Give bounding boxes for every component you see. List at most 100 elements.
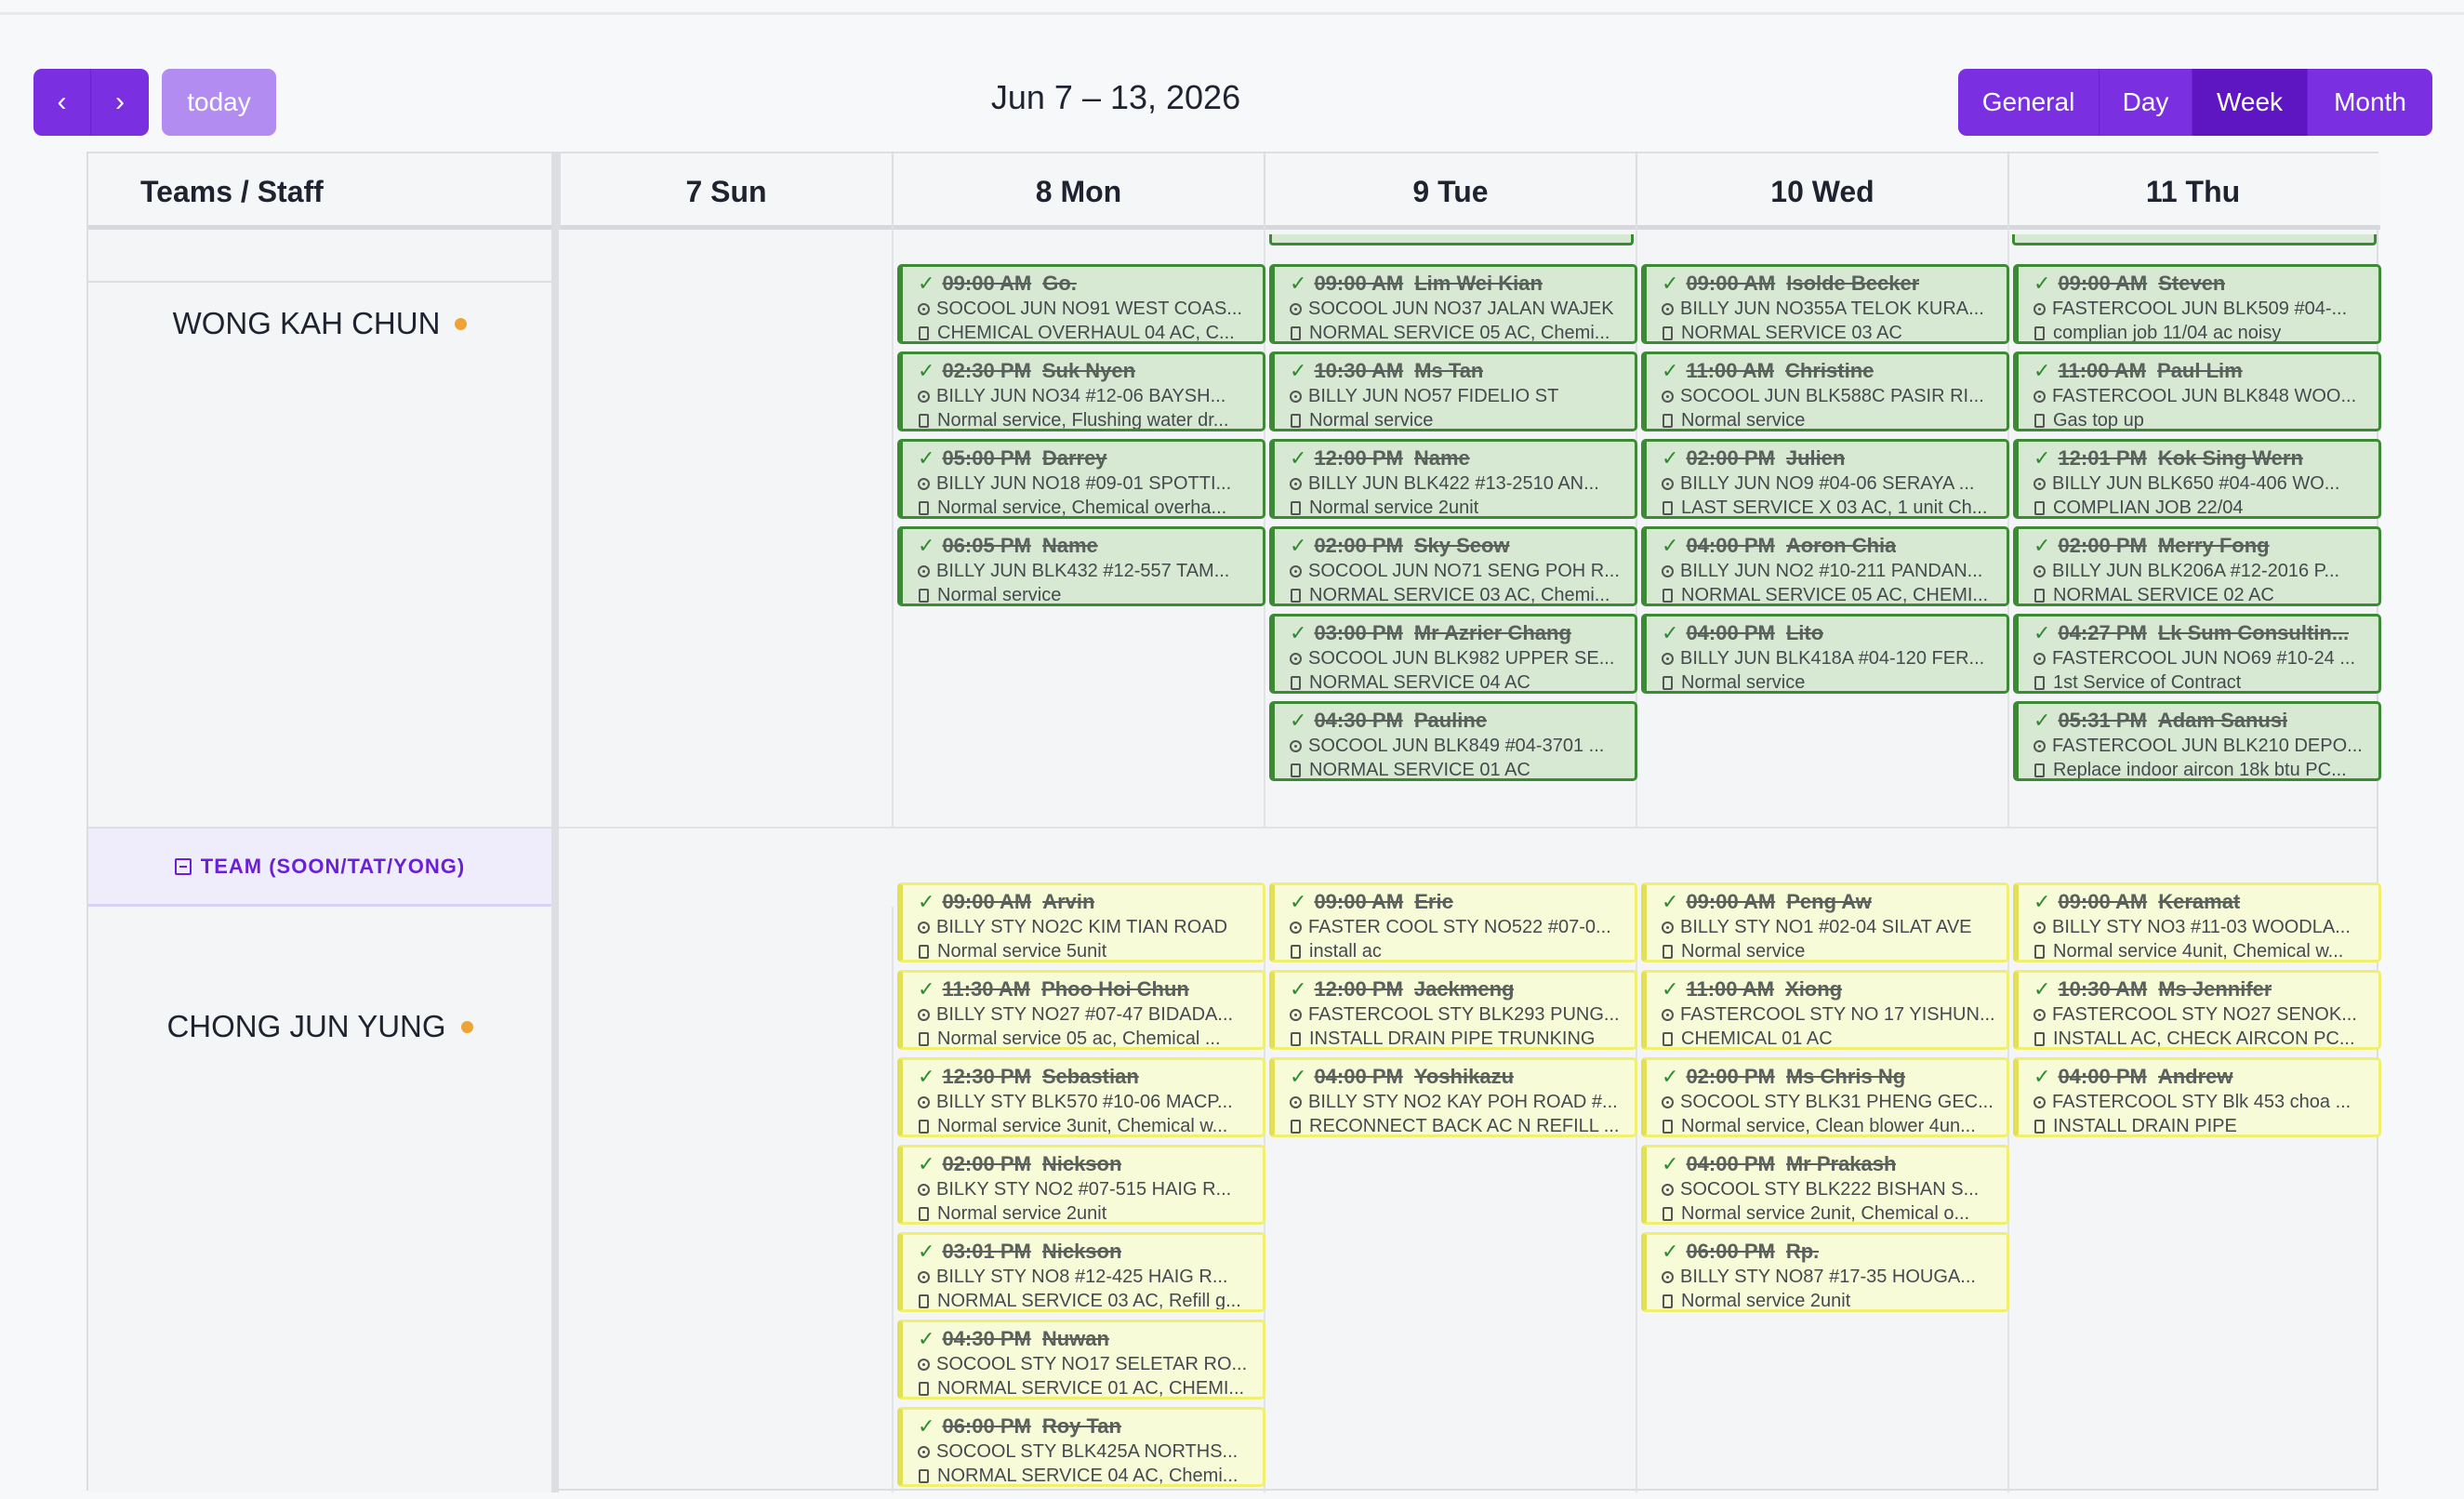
event-card[interactable]: ✓ 11:00 AM Christine SOCOOL JUN BLK588C PAS… bbox=[1641, 352, 2009, 431]
event-address-line: FASTERCOOL STY Blk 453 choa ... bbox=[2033, 1090, 2371, 1114]
event-card[interactable]: ✓ 11:00 AM Paul Lim FASTERCOOL JUN BLK848 W… bbox=[2013, 352, 2381, 431]
event-card[interactable]: ✓ 05:00 PM Darrey BILLY JUN NO18 #09-01 SPO… bbox=[897, 439, 1265, 519]
event-card[interactable]: ✓ 02:00 PM Ms Chris Ng SOCOOL STY BLK31 PHE… bbox=[1641, 1057, 2009, 1137]
check-icon: ✓ bbox=[918, 1152, 935, 1175]
note-icon bbox=[2034, 325, 2045, 340]
day-header-wed[interactable]: 10 Wed bbox=[1636, 153, 2007, 230]
event-title-line: ✓ 02:30 PM Suk Nyen bbox=[918, 358, 1255, 384]
note-icon bbox=[919, 1468, 929, 1483]
event-card[interactable]: ✓ 04:00 PM Mr Prakash SOCOOL STY BLK222 BIS… bbox=[1641, 1145, 2009, 1225]
event-card[interactable]: ✓ 09:00 AM Go. SOCOOL JUN NO91 WEST COAS...… bbox=[897, 264, 1265, 344]
event-card[interactable]: ✓ 04:30 PM Pauline SOCOOL JUN BLK849 #04-37… bbox=[1269, 701, 1637, 781]
view-general-button[interactable]: General bbox=[1958, 69, 2100, 136]
event-card[interactable]: ✓ 04:00 PM Andrew FASTERCOOL STY Blk 453 ch… bbox=[2013, 1057, 2381, 1137]
event-address-line: BILLY STY NO27 #07-47 BIDADA... bbox=[918, 1002, 1255, 1027]
view-week-button[interactable]: Week bbox=[2192, 69, 2308, 136]
note-icon bbox=[2034, 675, 2045, 690]
event-address-line: BILLY STY NO2C KIM TIAN ROAD bbox=[918, 915, 1255, 939]
event-card-partial[interactable] bbox=[2012, 234, 2377, 245]
staff-row-wong-kah-chun[interactable]: WONG KAH CHUN bbox=[88, 290, 551, 357]
event-note: Normal service, Chemical overha... bbox=[937, 497, 1227, 518]
location-icon bbox=[2033, 302, 2046, 315]
event-card[interactable]: ✓ 10:30 AM Ms Tan BILLY JUN NO57 FIDELIO ST… bbox=[1269, 352, 1637, 431]
event-card[interactable]: ✓ 09:00 AM Arvin BILLY STY NO2C KIM TIAN RO… bbox=[897, 882, 1265, 962]
event-note: Normal service bbox=[1681, 941, 1806, 962]
event-card[interactable]: ✓ 10:30 AM Ms Jennifer FASTERCOOL STY NO27 … bbox=[2013, 970, 2381, 1050]
event-customer: Ms Jennifer bbox=[2158, 977, 2272, 1001]
event-card[interactable]: ✓ 09:00 AM Steven FASTERCOOL JUN BLK509 #04… bbox=[2013, 264, 2381, 344]
event-note-line: Normal service 2unit bbox=[918, 1201, 1255, 1222]
next-week-button[interactable]: › bbox=[91, 69, 149, 136]
event-card[interactable]: ✓ 04:00 PM Yoshikazu BILLY STY NO2 KAY POH … bbox=[1269, 1057, 1637, 1137]
event-address: BILLY JUN BLK650 #04-406 WO... bbox=[2052, 473, 2340, 494]
event-card[interactable]: ✓ 11:30 AM Phoo Hoi Chun BILLY STY NO27 #07… bbox=[897, 970, 1265, 1050]
event-note-line: LAST SERVICE X 03 AC, 1 unit Ch... bbox=[1662, 496, 1999, 516]
check-icon: ✓ bbox=[1662, 890, 1679, 913]
note-icon bbox=[919, 588, 929, 603]
team-group-row[interactable]: TEAM (SOON/TAT/YONG) bbox=[88, 827, 551, 907]
event-address-line: BILLY JUN BLK418A #04-120 FER... bbox=[1662, 646, 1999, 670]
event-card[interactable]: ✓ 02:00 PM Sky Seow SOCOOL JUN NO71 SENG PO… bbox=[1269, 526, 1637, 606]
day-header-sun[interactable]: 7 Sun bbox=[559, 153, 892, 230]
event-card[interactable]: ✓ 12:00 PM Name BILLY JUN BLK422 #13-2510 A… bbox=[1269, 439, 1637, 519]
event-note-line: COMPLIAN JOB 22/04 bbox=[2033, 496, 2371, 516]
event-card[interactable]: ✓ 02:30 PM Suk Nyen BILLY JUN NO34 #12-06 B… bbox=[897, 352, 1265, 431]
check-icon: ✓ bbox=[1662, 272, 1679, 295]
day-header-tue[interactable]: 9 Tue bbox=[1264, 153, 1636, 230]
event-card[interactable]: ✓ 09:00 AM Eric FASTER COOL STY NO522 #07-0… bbox=[1269, 882, 1637, 962]
view-month-button[interactable]: Month bbox=[2308, 69, 2432, 136]
event-card[interactable]: ✓ 04:27 PM Lk Sum Consultin... FASTERCOOL J… bbox=[2013, 614, 2381, 694]
event-card[interactable]: ✓ 09:00 AM Peng Aw BILLY STY NO1 #02-04 SIL… bbox=[1641, 882, 2009, 962]
event-address: BILLY STY NO3 #11-03 WOODLA... bbox=[2052, 917, 2351, 937]
event-card[interactable]: ✓ 12:00 PM Jackmeng FASTERCOOL STY BLK293 P… bbox=[1269, 970, 1637, 1050]
event-card[interactable]: ✓ 05:31 PM Adam Sanusi FASTERCOOL JUN BLK21… bbox=[2013, 701, 2381, 781]
event-time: 04:00 PM bbox=[1686, 621, 1775, 644]
event-note: NORMAL SERVICE 02 AC bbox=[2053, 585, 2274, 605]
event-card[interactable]: ✓ 02:00 PM Nickson BILKY STY NO2 #07-515 HA… bbox=[897, 1145, 1265, 1225]
check-icon: ✓ bbox=[1290, 1065, 1307, 1088]
check-icon: ✓ bbox=[2033, 359, 2051, 382]
location-icon bbox=[1662, 1270, 1674, 1283]
today-button[interactable]: today bbox=[162, 69, 276, 136]
event-customer: Darrey bbox=[1041, 446, 1107, 470]
event-card[interactable]: ✓ 03:01 PM Nickson BILLY STY NO8 #12-425 HA… bbox=[897, 1232, 1265, 1312]
event-card[interactable]: ✓ 02:00 PM Merry Fong BILLY JUN BLK206A #12… bbox=[2013, 526, 2381, 606]
location-icon bbox=[1662, 1183, 1674, 1196]
resource-column-header: Teams / Staff bbox=[140, 174, 324, 208]
event-note-line: Normal service bbox=[1662, 670, 1999, 691]
event-card[interactable]: ✓ 12:01 PM Kok Sing Wern BILLY JUN BLK650 #… bbox=[2013, 439, 2381, 519]
event-card[interactable]: ✓ 06:00 PM Rp. BILLY STY NO87 #17-35 HOUGA.… bbox=[1641, 1232, 2009, 1312]
event-card[interactable]: ✓ 02:00 PM Julien BILLY JUN NO9 #04-06 SERA… bbox=[1641, 439, 2009, 519]
note-icon bbox=[919, 944, 929, 959]
collapse-icon[interactable] bbox=[174, 857, 192, 875]
event-address: BILKY STY NO2 #07-515 HAIG R... bbox=[936, 1179, 1232, 1200]
location-icon bbox=[1662, 921, 1674, 934]
location-icon bbox=[1662, 1008, 1674, 1021]
event-card[interactable]: ✓ 09:00 AM Isolde Becker BILLY JUN NO355A T… bbox=[1641, 264, 2009, 344]
event-card[interactable]: ✓ 03:00 PM Mr Azrier Chang SOCOOL JUN BLK98… bbox=[1269, 614, 1637, 694]
event-card[interactable]: ✓ 09:00 AM Lim Wei Kian SOCOOL JUN NO37 JAL… bbox=[1269, 264, 1637, 344]
event-card[interactable]: ✓ 12:30 PM Sebastian BILLY STY BLK570 #10-0… bbox=[897, 1057, 1265, 1137]
event-card[interactable]: ✓ 11:00 AM Xiong FASTERCOOL STY NO 17 YISHU… bbox=[1641, 970, 2009, 1050]
check-icon: ✓ bbox=[1662, 359, 1679, 382]
day-header-mon[interactable]: 8 Mon bbox=[892, 153, 1264, 230]
view-day-button[interactable]: Day bbox=[2100, 69, 2192, 136]
event-card[interactable]: ✓ 06:00 PM Roy Tan SOCOOL STY BLK425A NORTH… bbox=[897, 1407, 1265, 1487]
event-card[interactable]: ✓ 04:30 PM Nuwan SOCOOL STY NO17 SELETAR RO… bbox=[897, 1320, 1265, 1400]
event-card-partial[interactable] bbox=[1269, 234, 1634, 245]
check-icon: ✓ bbox=[918, 534, 935, 557]
event-address: FASTERCOOL JUN BLK509 #04-... bbox=[2052, 298, 2348, 319]
event-customer: Sebastian bbox=[1041, 1065, 1139, 1088]
event-card[interactable]: ✓ 09:00 AM Keramat BILLY STY NO3 #11-03 WOO… bbox=[2013, 882, 2381, 962]
staff-row-chong-jun-yung[interactable]: CHONG JUN YUNG bbox=[88, 993, 551, 1060]
event-card[interactable]: ✓ 06:05 PM Name BILLY JUN BLK432 #12-557 TA… bbox=[897, 526, 1265, 606]
prev-week-button[interactable]: ‹ bbox=[33, 69, 91, 136]
event-card[interactable]: ✓ 04:00 PM Aoron Chia BILLY JUN NO2 #10-211… bbox=[1641, 526, 2009, 606]
event-customer: Isolde Becker bbox=[1786, 272, 1920, 295]
event-address: BILLY STY NO2 KAY POH ROAD #... bbox=[1308, 1092, 1618, 1112]
event-card[interactable]: ✓ 04:00 PM Lito BILLY JUN BLK418A #04-120 F… bbox=[1641, 614, 2009, 694]
day-header-thu[interactable]: 11 Thu bbox=[2007, 153, 2377, 230]
check-icon: ✓ bbox=[1290, 890, 1307, 913]
event-time: 04:27 PM bbox=[2058, 621, 2147, 644]
note-icon bbox=[2034, 763, 2045, 777]
